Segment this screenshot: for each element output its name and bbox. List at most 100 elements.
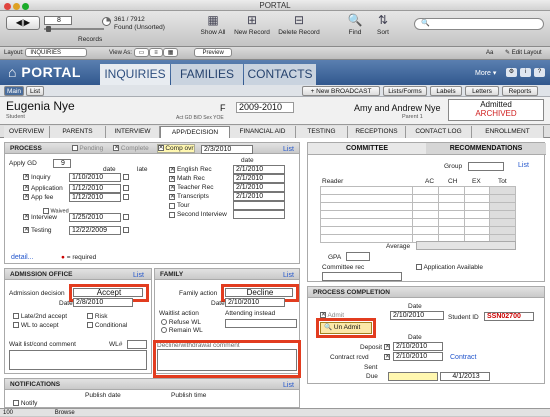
- gear-icon[interactable]: ⚙: [506, 68, 517, 77]
- attending-field[interactable]: [225, 319, 297, 328]
- notify-checkbox[interactable]: [13, 400, 19, 407]
- reader-grid[interactable]: [320, 186, 516, 243]
- rec-row-checkbox[interactable]: [169, 202, 175, 209]
- process-row-checkbox[interactable]: ✕: [23, 214, 29, 221]
- process-row-late-checkbox[interactable]: [122, 214, 129, 221]
- process-list-link[interactable]: List: [283, 146, 294, 153]
- rec-row-date[interactable]: 2/1/2010: [232, 183, 285, 192]
- lists-forms-button[interactable]: Lists/Forms: [383, 86, 427, 96]
- process-row-date[interactable]: 1/12/2010: [68, 193, 121, 202]
- committee-rec-field[interactable]: [322, 272, 402, 281]
- pending-checkbox[interactable]: [71, 145, 78, 152]
- rec-row-date[interactable]: 2/1/2010: [232, 174, 285, 183]
- font-size-button[interactable]: Aa: [486, 47, 493, 60]
- contract-checkbox[interactable]: ✕: [384, 354, 390, 360]
- committee-tab[interactable]: COMMITTEE: [308, 143, 426, 155]
- list-view-button[interactable]: List: [26, 86, 44, 96]
- help-icon[interactable]: ?: [534, 68, 545, 77]
- rec-row-checkbox[interactable]: ✕: [169, 166, 175, 173]
- contract-date-field[interactable]: 2/10/2010: [393, 352, 443, 361]
- tab-testing[interactable]: TESTING: [296, 126, 348, 138]
- close-window-button[interactable]: [4, 3, 11, 10]
- rec-row-date[interactable]: 2/1/2010: [232, 165, 285, 174]
- apply-gd-field[interactable]: 9: [53, 159, 71, 168]
- due-date-field[interactable]: 4/1/2013: [440, 372, 490, 381]
- detail-link[interactable]: detail...: [11, 254, 34, 261]
- main-view-button[interactable]: Main: [4, 86, 24, 96]
- gpa-field[interactable]: [346, 252, 370, 261]
- admission-date-field[interactable]: 2/8/2010: [73, 298, 133, 307]
- waived-checkbox[interactable]: [43, 208, 49, 214]
- delete-record-button[interactable]: ⊟ Delete Record: [274, 13, 324, 36]
- sort-button[interactable]: ⇅ Sort: [372, 13, 394, 36]
- tab-financial-aid[interactable]: FINANCIAL AID: [230, 126, 296, 138]
- rec-row-checkbox[interactable]: ✕: [169, 193, 175, 200]
- remain-wl-radio[interactable]: [161, 327, 167, 334]
- waitlist-comment-field[interactable]: [9, 350, 147, 370]
- student-id-field[interactable]: SSN02700: [484, 312, 534, 321]
- process-row-date[interactable]: 1/25/2010: [68, 213, 121, 222]
- wl-num-field[interactable]: [127, 340, 147, 349]
- complete-checkbox[interactable]: ✕: [113, 145, 119, 152]
- rec-row-date[interactable]: [232, 210, 285, 219]
- letters-button[interactable]: Letters: [465, 86, 499, 96]
- view-table-icon[interactable]: ▦: [162, 47, 179, 57]
- tab-interview[interactable]: INTERVIEW: [106, 126, 160, 138]
- record-slider-thumb[interactable]: [46, 26, 51, 32]
- rec-row-date[interactable]: 2/1/2010: [232, 192, 285, 201]
- admit-date-field[interactable]: 2/10/2010: [390, 311, 444, 320]
- tab-contact-log[interactable]: CONTACT LOG: [406, 126, 472, 138]
- record-slider[interactable]: [44, 28, 104, 30]
- info-icon[interactable]: i: [520, 68, 531, 77]
- tab-overview[interactable]: OVERVIEW: [4, 126, 50, 138]
- minimize-window-button[interactable]: [13, 3, 20, 10]
- group-field[interactable]: [468, 162, 504, 171]
- family-date-field[interactable]: 2/10/2010: [225, 298, 285, 307]
- risk-checkbox[interactable]: [87, 313, 93, 320]
- view-form-icon[interactable]: ▭: [133, 47, 150, 57]
- contract-link[interactable]: Contract: [450, 354, 476, 361]
- nav-tab-families[interactable]: FAMILIES: [171, 64, 243, 85]
- edit-layout-button[interactable]: ✎ Edit Layout: [505, 47, 542, 60]
- process-row-checkbox[interactable]: ✕: [23, 174, 29, 181]
- tab-app-decision[interactable]: APP/DECISION: [160, 126, 230, 138]
- process-row-late-checkbox[interactable]: [122, 194, 129, 201]
- process-row-checkbox[interactable]: ✕: [23, 227, 29, 234]
- rec-row-checkbox[interactable]: ✕: [169, 184, 175, 191]
- admission-list-link[interactable]: List: [133, 272, 144, 279]
- process-row-late-checkbox[interactable]: [122, 185, 129, 192]
- rec-row-date[interactable]: [232, 201, 285, 210]
- find-button[interactable]: 🔍 Find: [344, 13, 366, 36]
- view-list-icon[interactable]: ≡: [149, 47, 163, 57]
- process-row-date[interactable]: 12/22/2009: [68, 226, 121, 235]
- late-admit-checkbox[interactable]: [13, 313, 19, 320]
- comp-date-field[interactable]: 2/3/2010: [201, 145, 253, 154]
- process-row-late-checkbox[interactable]: [122, 227, 129, 234]
- zoom-level[interactable]: 100: [3, 410, 13, 416]
- comp-ovr-checkbox[interactable]: ✕: [157, 145, 164, 152]
- more-menu[interactable]: More ▾: [475, 69, 496, 77]
- tab-receptions[interactable]: RECEPTIONS: [348, 126, 406, 138]
- app-available-checkbox[interactable]: [416, 264, 422, 271]
- preview-button[interactable]: Preview: [194, 47, 233, 57]
- refuse-wl-radio[interactable]: [161, 319, 167, 326]
- labels-button[interactable]: Labels: [430, 86, 462, 96]
- deposit-date-field[interactable]: 2/10/2010: [393, 342, 443, 351]
- process-row-date[interactable]: 1/12/2010: [68, 184, 121, 193]
- process-row-late-checkbox[interactable]: [122, 174, 129, 181]
- show-all-button[interactable]: ▦ Show All: [196, 13, 230, 36]
- reports-button[interactable]: Reports: [502, 86, 538, 96]
- family-list-link[interactable]: List: [283, 272, 294, 279]
- nav-tab-contacts[interactable]: CONTACTS: [244, 64, 316, 85]
- rec-row-checkbox[interactable]: ✕: [169, 175, 175, 182]
- zoom-window-button[interactable]: [22, 3, 29, 10]
- year-field[interactable]: 2009-2010: [236, 102, 294, 113]
- search-input[interactable]: 🔍: [414, 18, 544, 30]
- process-row-checkbox[interactable]: ✕: [23, 194, 29, 201]
- tab-enrollment[interactable]: ENROLLMENT: [472, 126, 544, 138]
- tab-parents[interactable]: PARENTS: [50, 126, 106, 138]
- deposit-checkbox[interactable]: ✕: [384, 344, 390, 350]
- conditional-checkbox[interactable]: [87, 322, 93, 329]
- new-broadcast-button[interactable]: + New BROADCAST: [302, 86, 380, 96]
- process-row-checkbox[interactable]: ✕: [23, 185, 29, 192]
